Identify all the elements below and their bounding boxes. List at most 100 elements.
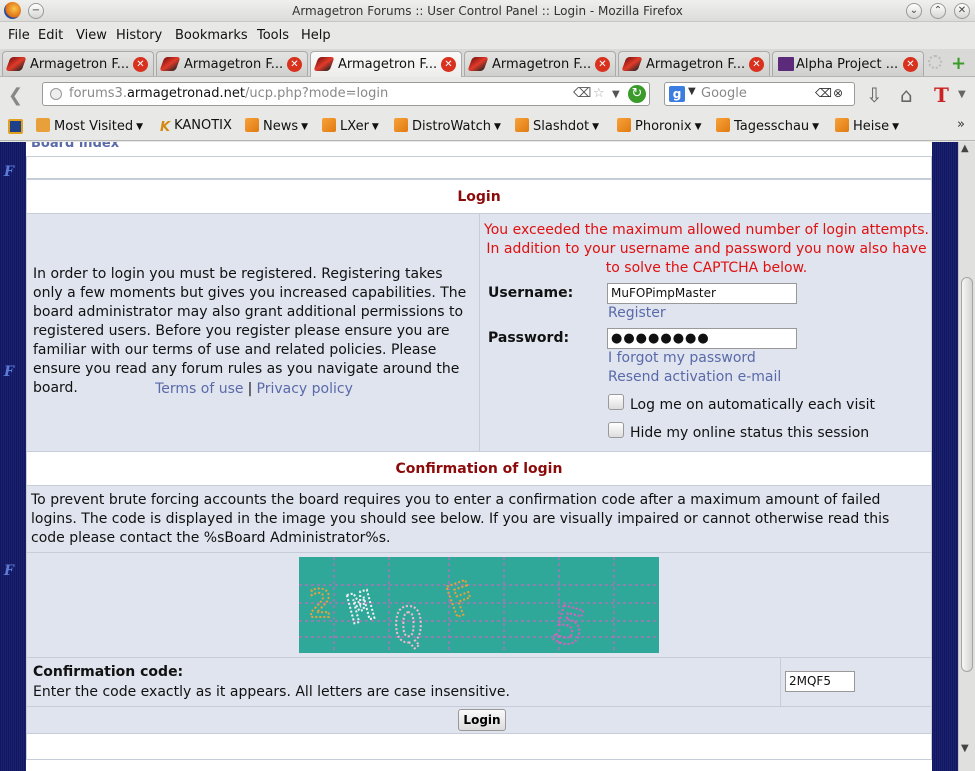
armagetron-icon (313, 57, 335, 71)
hide-status-label: Hide my online status this session (630, 425, 870, 441)
clear-url-icon[interactable]: ⌫ (573, 86, 591, 101)
menu-help[interactable]: Help (301, 28, 331, 43)
menu-bookmarks[interactable]: Bookmarks (175, 28, 248, 43)
armagetron-icon (159, 57, 181, 71)
reload-icon[interactable]: ↻ (628, 85, 646, 103)
minimize-icon[interactable]: ⌄ (906, 3, 922, 19)
tab-item[interactable]: Alpha Project ... ✕ (772, 51, 924, 76)
forgot-password-link[interactable]: I forgot my password (608, 350, 756, 366)
chevron-down-icon: ▼ (694, 122, 702, 132)
back-arrow-icon[interactable]: ❮ (8, 85, 23, 106)
tab-close-icon[interactable]: ✕ (903, 57, 918, 72)
captcha-glyph: 5 (547, 595, 591, 653)
tab-label: Alpha Project ... (796, 57, 899, 72)
rss-icon (322, 118, 336, 132)
confirmation-code-hint: Enter the code exactly as it appears. Al… (33, 684, 510, 700)
bookmark-most-visited[interactable]: Most Visited ▼ (36, 118, 143, 134)
window-title: Armagetron Forums :: User Control Panel … (292, 4, 683, 18)
bookmark-news[interactable]: News ▼ (245, 118, 308, 134)
password-label: Password: (488, 330, 570, 346)
tab-item[interactable]: Armagetron F... ✕ (618, 51, 770, 76)
captcha-glyph: Q (394, 598, 423, 653)
register-link[interactable]: Register (608, 305, 666, 321)
search-input[interactable]: Google (701, 86, 747, 101)
toolbar-dropdown-icon[interactable]: ▼ (958, 89, 966, 100)
binoculars-icon[interactable]: ⊗ (833, 86, 843, 100)
bookmark-distrowatch[interactable]: DistroWatch ▼ (394, 118, 501, 134)
clear-search-icon[interactable]: ⌫ (815, 86, 832, 100)
login-button[interactable]: Login (458, 709, 506, 731)
left-border-decoration: F F F (0, 142, 26, 771)
bookmark-lxer[interactable]: LXer ▼ (322, 118, 379, 134)
bookmark-star-icon[interactable]: ☆ (593, 86, 605, 101)
policy-links: Terms of use | Privacy policy (27, 380, 481, 399)
right-border-decoration (932, 142, 958, 771)
scroll-up-icon[interactable]: ▲ (961, 143, 969, 154)
url-text[interactable]: forums3.armagetronad.net/ucp.php?mode=lo… (69, 86, 388, 101)
kanotix-icon: K (160, 120, 171, 135)
search-engine-dropdown-icon[interactable]: ▼ (688, 86, 696, 97)
menu-tools[interactable]: Tools (257, 28, 289, 43)
new-tab-icon[interactable]: + (951, 53, 966, 74)
more-bookmarks-icon[interactable]: » (957, 117, 965, 132)
google-icon[interactable]: g (669, 86, 685, 102)
tab-item[interactable]: Armagetron F... ✕ (156, 51, 308, 76)
menu-view[interactable]: View (76, 28, 107, 43)
resend-activation-link[interactable]: Resend activation e-mail (608, 369, 781, 385)
url-dropdown-icon[interactable]: ▼ (612, 89, 620, 100)
login-attempts-error: You exceeded the maximum allowed number … (484, 222, 930, 276)
chevron-down-icon: ▼ (892, 122, 900, 132)
captcha-glyph: F (440, 572, 482, 629)
download-arrow-icon[interactable]: ⇩ (866, 83, 883, 107)
menu-file[interactable]: File (8, 28, 30, 43)
tab-item[interactable]: Armagetron F... ✕ (2, 51, 154, 76)
submit-row: Login (26, 706, 932, 734)
close-icon[interactable]: ✕ (954, 3, 970, 19)
menu-history[interactable]: History (116, 28, 162, 43)
tab-label: Armagetron F... (492, 57, 592, 72)
scroll-down-icon[interactable]: ▼ (961, 743, 969, 754)
site-identity-icon[interactable] (50, 88, 62, 100)
username-input[interactable]: MuFOPimpMaster (607, 283, 797, 304)
chevron-down-icon: ▼ (592, 122, 600, 132)
password-input[interactable]: ●●●●●●●● (607, 328, 797, 349)
search-bar[interactable]: g ▼ Google ⌫ ⊗ (664, 82, 855, 106)
tab-item-active[interactable]: Armagetron F... ✕ (310, 51, 462, 78)
rss-icon (617, 118, 631, 132)
autologin-checkbox[interactable] (608, 394, 624, 410)
tab-close-icon[interactable]: ✕ (133, 57, 148, 72)
hide-status-checkbox[interactable] (608, 422, 624, 438)
bookmark-phoronix[interactable]: Phoronix ▼ (617, 118, 702, 134)
tab-close-icon[interactable]: ✕ (595, 57, 610, 72)
menu-edit[interactable]: Edit (38, 28, 63, 43)
scrollbar-thumb[interactable] (961, 277, 973, 672)
forum-f-icon: F (4, 563, 14, 579)
forum-f-icon: F (4, 164, 14, 180)
maximize-icon[interactable]: ⌃ (930, 3, 946, 19)
home-icon[interactable]: ⌂ (900, 83, 913, 107)
privacy-policy-link[interactable]: Privacy policy (257, 381, 353, 397)
tab-item[interactable]: Armagetron F... ✕ (464, 51, 616, 76)
rss-icon (716, 118, 730, 132)
tab-close-icon[interactable]: ✕ (749, 57, 764, 72)
rss-icon (394, 118, 408, 132)
board-index-link[interactable]: Board index (31, 142, 119, 151)
confirmation-code-input[interactable]: 2MQF5 (785, 671, 855, 692)
menu-bar: File Edit View History Bookmarks Tools H… (0, 23, 975, 48)
bookmark-heise[interactable]: Heise ▼ (835, 118, 899, 134)
vertical-scrollbar[interactable]: ▲ ▼ (958, 142, 975, 771)
tab-bar: Armagetron F... ✕ Armagetron F... ✕ Arma… (0, 49, 975, 78)
bookmark-tagesschau[interactable]: Tagesschau ▼ (716, 118, 819, 134)
rss-icon (515, 118, 529, 132)
terms-of-use-link[interactable]: Terms of use (155, 381, 243, 397)
bookmark-slashdot[interactable]: Slashdot ▼ (515, 118, 599, 134)
tab-close-icon[interactable]: ✕ (441, 57, 456, 72)
bookmarks-menu-icon[interactable] (8, 119, 23, 134)
tab-close-icon[interactable]: ✕ (287, 57, 302, 72)
bookmark-kanotix[interactable]: K KANOTIX (160, 118, 232, 135)
translate-t-icon[interactable]: T (934, 83, 949, 107)
url-bar[interactable]: forums3.armagetronad.net/ucp.php?mode=lo… (42, 82, 650, 106)
armagetron-icon (5, 57, 27, 71)
link-separator: | (247, 381, 253, 397)
intro-cell: In order to login you must be registered… (26, 213, 480, 452)
